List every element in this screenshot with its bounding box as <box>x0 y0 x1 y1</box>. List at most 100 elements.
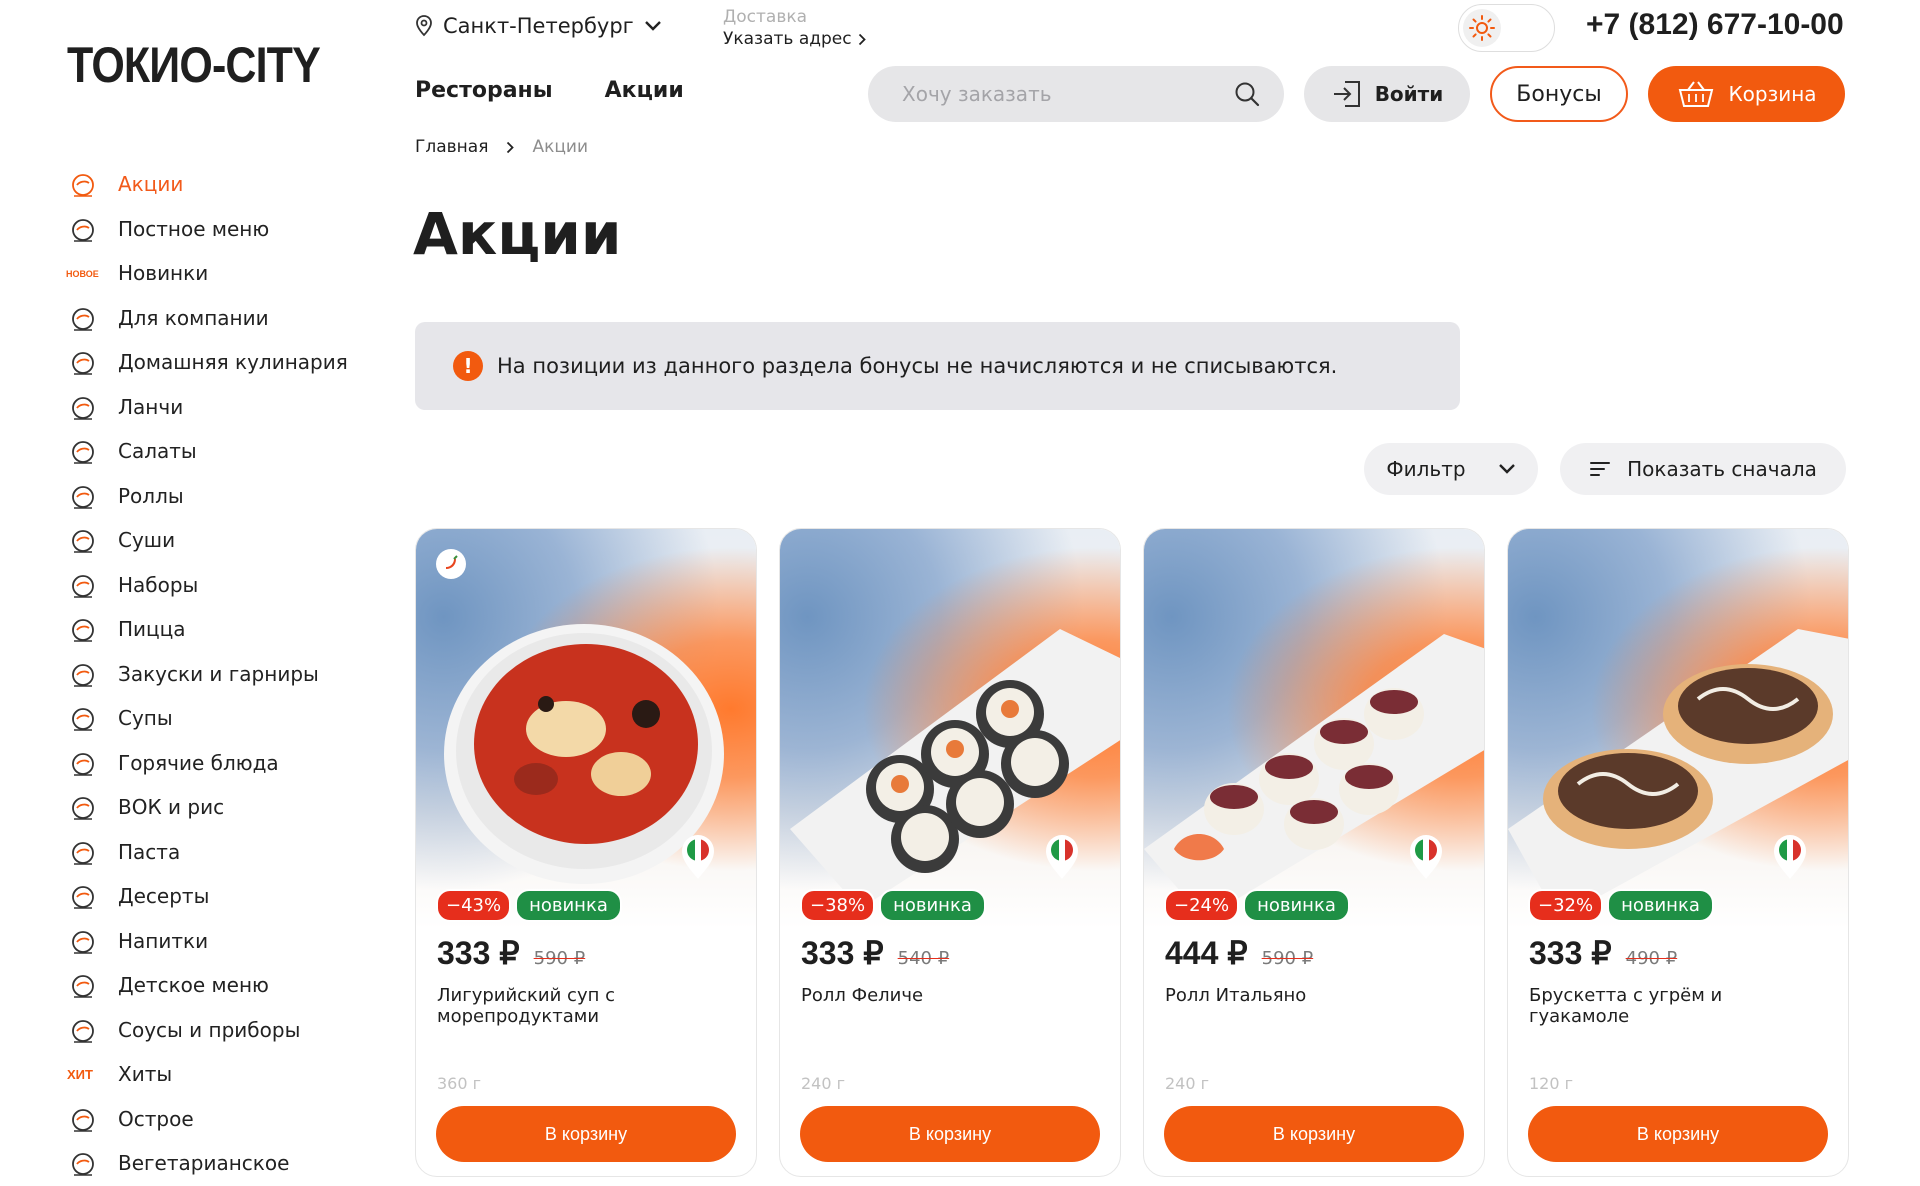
page-title: Акции <box>413 200 622 268</box>
sidebar-item-label: Суши <box>118 528 176 553</box>
sets-icon <box>66 570 100 600</box>
breadcrumb: Главная Акции <box>415 137 588 157</box>
add-to-cart-button[interactable]: В корзину <box>800 1106 1100 1162</box>
sidebar-item-label: Острое <box>118 1106 194 1131</box>
sidebar-item[interactable]: Для компании <box>66 296 348 341</box>
sidebar-item[interactable]: Паста <box>66 830 348 875</box>
sidebar-item-label: Напитки <box>118 928 209 953</box>
current-price: 333 ₽ <box>1529 935 1612 971</box>
sidebar-item[interactable]: Напитки <box>66 919 348 964</box>
logo[interactable]: ТОКИО-CITY <box>67 36 321 94</box>
italy-flag-icon <box>1774 835 1806 879</box>
filter-button[interactable]: Фильтр <box>1364 443 1538 495</box>
price: 333 ₽ 540 ₽ <box>801 934 949 972</box>
old-price: 590 ₽ <box>533 948 586 969</box>
old-price: 540 ₽ <box>897 948 950 969</box>
sidebar-item[interactable]: Горячие блюда <box>66 741 348 786</box>
product-card[interactable]: −32% новинка 333 ₽ 490 ₽ Брускетта с угр… <box>1507 528 1849 1177</box>
cart-button[interactable]: Корзина <box>1648 66 1845 122</box>
rolls-icon <box>66 481 100 511</box>
product-image[interactable] <box>780 529 1120 929</box>
sidebar-item-label: Закуски и гарниры <box>118 661 319 686</box>
product-card[interactable]: −43% новинка 333 ₽ 590 ₽ Лигурийский суп… <box>415 528 757 1177</box>
old-price: 490 ₽ <box>1625 948 1678 969</box>
sidebar-item-label: ВОК и рис <box>118 795 225 820</box>
bonus-button[interactable]: Бонусы <box>1490 66 1628 122</box>
sauce-icon <box>66 1015 100 1045</box>
sidebar-item[interactable]: Соусы и приборы <box>66 1008 348 1053</box>
current-price: 333 ₽ <box>437 935 520 971</box>
sort-icon <box>1590 462 1611 476</box>
product-image[interactable] <box>416 529 756 929</box>
city-selector[interactable]: Санкт-Петербург <box>415 14 662 38</box>
sidebar-item-label: Для компании <box>118 305 269 330</box>
product-card[interactable]: −38% новинка 333 ₽ 540 ₽ Ролл Феличе 240… <box>779 528 1121 1177</box>
svg-text:ХИТ: ХИТ <box>67 1067 93 1082</box>
sidebar-item[interactable]: Наборы <box>66 563 348 608</box>
product-weight: 240 г <box>801 1074 846 1093</box>
add-to-cart-button[interactable]: В корзину <box>1528 1106 1828 1162</box>
search-icon[interactable] <box>1234 81 1260 107</box>
sidebar-item[interactable]: Постное меню <box>66 207 348 252</box>
sidebar-item[interactable]: Суши <box>66 518 348 563</box>
product-name[interactable]: Лигурийский суп с морепродуктами <box>437 985 727 1027</box>
main-nav: Рестораны Акции <box>415 78 684 103</box>
notice-text: На позиции из данного раздела бонусы не … <box>497 354 1338 378</box>
phone-number[interactable]: +7 (812) 677-10-00 <box>1586 8 1844 42</box>
sidebar-item[interactable]: Острое <box>66 1097 348 1142</box>
sidebar-item[interactable]: Домашняя кулинария <box>66 340 348 385</box>
nav-promotions[interactable]: Акции <box>605 78 684 103</box>
sort-button[interactable]: Показать сначала <box>1560 443 1846 495</box>
product-image[interactable] <box>1508 529 1848 929</box>
add-to-cart-button[interactable]: В корзину <box>1164 1106 1464 1162</box>
italy-flag-icon <box>1046 835 1078 879</box>
sidebar-item[interactable]: Закуски и гарниры <box>66 652 348 697</box>
sidebar-item-label: Ланчи <box>118 394 184 419</box>
sidebar-item[interactable]: Десерты <box>66 874 348 919</box>
sidebar-item[interactable]: Пицца <box>66 607 348 652</box>
discount-badge: −24% <box>1164 889 1240 922</box>
sidebar-item[interactable]: ХИТ Хиты <box>66 1052 348 1097</box>
sushi-icon <box>66 525 100 555</box>
svg-text:НОВОЕ: НОВОЕ <box>66 269 99 279</box>
sidebar-item[interactable]: Роллы <box>66 474 348 519</box>
add-to-cart-button[interactable]: В корзину <box>436 1106 736 1162</box>
product-image[interactable] <box>1144 529 1484 929</box>
login-button[interactable]: Войти <box>1304 66 1470 122</box>
sidebar-item[interactable]: Акции <box>66 162 348 207</box>
chevron-right-icon <box>858 33 866 45</box>
theme-toggle[interactable] <box>1458 4 1555 52</box>
sidebar-item[interactable]: ВОК и рис <box>66 785 348 830</box>
search-input[interactable] <box>900 81 1234 107</box>
search-bar <box>868 66 1284 122</box>
sidebar-item-label: Вегетарианское <box>118 1151 290 1176</box>
sidebar-item[interactable]: Салаты <box>66 429 348 474</box>
nav-restaurants[interactable]: Рестораны <box>415 78 553 103</box>
product-card[interactable]: −24% новинка 444 ₽ 590 ₽ Ролл Итальяно 2… <box>1143 528 1485 1177</box>
spicy-icon <box>66 1104 100 1134</box>
dessert-icon <box>66 881 100 911</box>
lunch-icon <box>66 392 100 422</box>
product-name[interactable]: Ролл Итальяно <box>1165 985 1455 1006</box>
price: 333 ₽ 490 ₽ <box>1529 934 1677 972</box>
sidebar-item[interactable]: Вегетарианское <box>66 1141 348 1186</box>
breadcrumb-home[interactable]: Главная <box>415 137 488 157</box>
sidebar-item[interactable]: Ланчи <box>66 385 348 430</box>
chevron-down-icon <box>1498 464 1515 474</box>
new-badge: новинка <box>515 889 622 922</box>
soup-icon <box>66 703 100 733</box>
current-price: 333 ₽ <box>801 935 884 971</box>
new-badge: новинка <box>1607 889 1714 922</box>
sidebar-item[interactable]: Супы <box>66 696 348 741</box>
city-name: Санкт-Петербург <box>443 14 634 38</box>
pizza-icon <box>66 614 100 644</box>
product-name[interactable]: Ролл Феличе <box>801 985 1091 1006</box>
sort-label: Показать сначала <box>1627 457 1817 481</box>
delivery-address-selector[interactable]: Доставка Указать адрес <box>723 6 866 50</box>
sidebar-item[interactable]: Детское меню <box>66 963 348 1008</box>
product-name[interactable]: Брускетта с угрём и гуакамоле <box>1529 985 1819 1027</box>
sidebar-item[interactable]: НОВОЕ Новинки <box>66 251 348 296</box>
sidebar-item-label: Наборы <box>118 572 199 597</box>
vegetarian-icon <box>66 1148 100 1178</box>
sidebar-item-label: Паста <box>118 839 181 864</box>
